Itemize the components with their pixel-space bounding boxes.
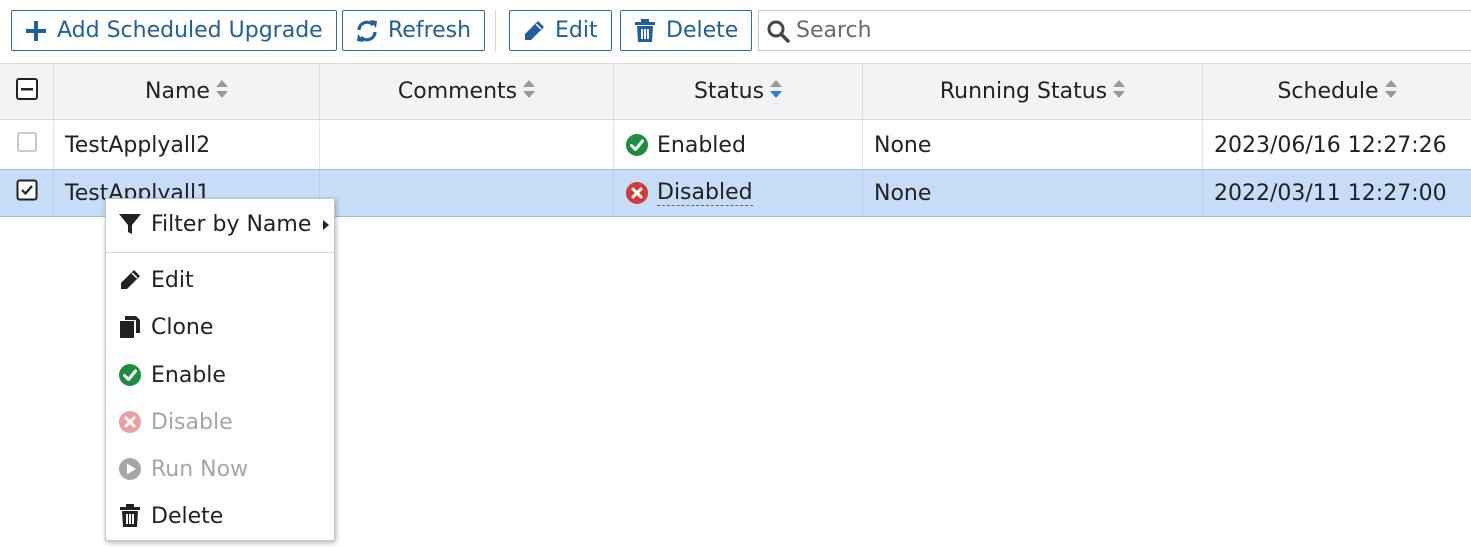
column-header-running-status[interactable]: Running Status — [863, 64, 1203, 119]
menu-item-filter-by-name[interactable]: Filter by Name — [106, 204, 334, 244]
search-icon — [766, 19, 790, 43]
menu-item-clone[interactable]: Clone — [106, 307, 334, 347]
running-status-cell: None — [863, 170, 1203, 216]
column-header-status[interactable]: Status — [614, 64, 863, 119]
check-circle-icon — [118, 363, 142, 387]
menu-item-edit[interactable]: Edit — [106, 260, 334, 300]
play-circle-icon — [118, 457, 142, 481]
submenu-arrow-icon — [322, 212, 330, 237]
schedule-cell: 2023/06/16 12:27:26 — [1214, 132, 1447, 158]
sort-icon — [215, 79, 228, 105]
add-scheduled-upgrade-button[interactable]: Add Scheduled Upgrade — [11, 10, 337, 51]
x-circle-icon — [625, 181, 649, 205]
refresh-icon — [355, 19, 379, 43]
column-header-comments-label: Comments — [397, 79, 518, 104]
row-checkbox[interactable] — [16, 131, 38, 159]
column-header-name[interactable]: Name — [54, 64, 320, 119]
column-header-comments[interactable]: Comments — [320, 64, 614, 119]
column-header-schedule-label: Schedule — [1277, 79, 1379, 104]
clone-icon — [118, 315, 142, 339]
column-header-running-status-label: Running Status — [939, 79, 1108, 104]
column-header-schedule[interactable]: Schedule — [1203, 64, 1471, 119]
context-menu: Filter by Name Edit Clone Enable Disable — [105, 198, 335, 541]
trash-icon — [633, 18, 657, 43]
sort-icon — [1113, 79, 1126, 105]
menu-item-disable: Disable — [106, 402, 334, 442]
status-text: Enabled — [657, 132, 746, 158]
schedule-cell: 2022/03/11 12:27:00 — [1214, 180, 1447, 206]
column-header-status-label: Status — [693, 79, 765, 104]
toolbar: Add Scheduled Upgrade Refresh Edit Delet… — [0, 0, 1471, 62]
menu-item-label: Run Now — [151, 456, 249, 482]
edit-label: Edit — [555, 18, 598, 43]
menu-divider — [106, 252, 334, 253]
status-cell: Enabled — [614, 121, 863, 169]
pencil-icon — [118, 268, 142, 292]
comments-cell — [320, 170, 614, 216]
sort-icon — [1384, 79, 1397, 105]
x-circle-icon — [118, 410, 142, 434]
menu-item-label: Edit — [151, 267, 194, 293]
menu-item-delete[interactable]: Delete — [106, 496, 334, 536]
row-checkbox-cell — [0, 121, 54, 169]
menu-item-label: Disable — [151, 409, 233, 435]
select-all-checkbox-cell — [0, 64, 54, 119]
table-header: Name Comments Status Running Status Sche… — [0, 63, 1471, 120]
delete-label: Delete — [666, 18, 739, 43]
add-scheduled-upgrade-label: Add Scheduled Upgrade — [57, 18, 323, 43]
edit-button[interactable]: Edit — [509, 10, 612, 51]
sort-icon — [523, 79, 536, 105]
search-input[interactable] — [796, 18, 1436, 43]
pencil-icon — [522, 19, 546, 43]
check-circle-icon — [625, 133, 649, 157]
menu-item-label: Filter by Name — [151, 211, 312, 237]
menu-item-enable[interactable]: Enable — [106, 355, 334, 395]
menu-item-run-now: Run Now — [106, 449, 334, 489]
refresh-button[interactable]: Refresh — [342, 10, 486, 51]
menu-item-label: Clone — [151, 314, 214, 340]
column-header-name-label: Name — [145, 79, 210, 104]
row-checkbox-cell — [0, 170, 54, 216]
toolbar-divider — [495, 10, 496, 51]
search-box — [758, 10, 1471, 51]
status-cell: Disabled — [614, 170, 863, 216]
sort-descending-icon — [770, 79, 783, 105]
table-row[interactable]: TestApplyall2 Enabled None 2023/06/16 12… — [0, 121, 1471, 169]
menu-item-label: Enable — [151, 362, 226, 388]
trash-icon — [118, 504, 142, 528]
row-checkbox-checked[interactable] — [16, 179, 38, 207]
plus-icon — [24, 19, 48, 43]
filter-icon — [118, 212, 142, 236]
running-status-cell: None — [863, 121, 1203, 169]
refresh-label: Refresh — [388, 18, 472, 43]
comments-cell — [320, 121, 614, 169]
delete-button[interactable]: Delete — [620, 10, 753, 51]
status-text: Disabled — [657, 179, 753, 206]
name-cell: TestApplyall2 — [54, 121, 320, 169]
menu-item-label: Delete — [151, 503, 224, 529]
select-all-checkbox[interactable] — [15, 77, 38, 106]
